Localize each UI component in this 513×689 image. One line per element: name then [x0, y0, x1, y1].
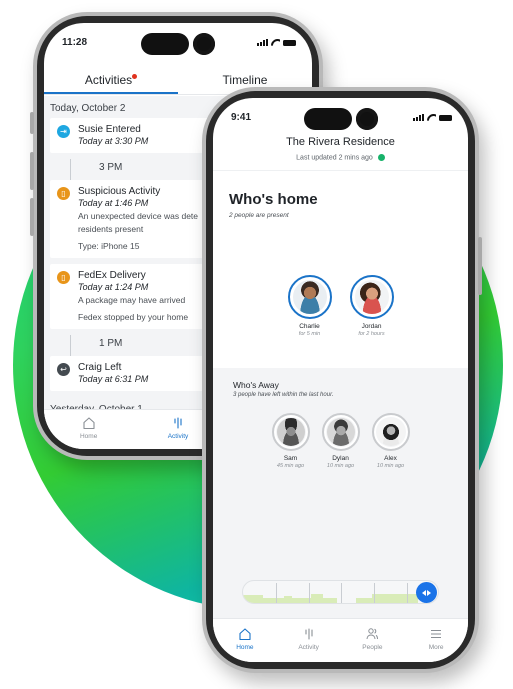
avatar — [371, 413, 410, 451]
tab-people[interactable]: People — [341, 619, 405, 662]
avatar — [287, 275, 332, 319]
person-name: Charlie — [299, 323, 320, 330]
timeline-tick — [373, 583, 375, 603]
tab-label: Home — [236, 644, 254, 651]
battery-icon — [439, 114, 452, 121]
avatar-photo — [292, 280, 327, 314]
tab-label: People — [362, 644, 383, 651]
status-time: 9:41 — [231, 112, 252, 123]
online-status-dot — [377, 154, 385, 161]
home-icon — [44, 416, 133, 430]
person-name: Dylan — [332, 455, 349, 462]
notification-dot — [132, 74, 138, 79]
avatar — [321, 413, 360, 451]
side-button — [478, 237, 482, 295]
timeline-tick — [276, 583, 278, 603]
bottom-tab-bar: Home Activity People More — [213, 618, 468, 662]
alert-icon: ▯ — [57, 187, 70, 200]
timeline-bar — [311, 594, 323, 603]
tab-home[interactable]: Home — [44, 410, 133, 449]
person-name: Jordan — [361, 323, 382, 330]
avatar-photo — [326, 418, 355, 446]
tab-label: More — [428, 644, 444, 651]
side-button — [30, 198, 34, 236]
avatar — [271, 413, 310, 451]
timeline-bar — [371, 594, 419, 603]
wifi-icon — [427, 114, 436, 121]
person-duration: for 5 min — [298, 331, 321, 337]
presence-timeline-slider[interactable] — [242, 580, 439, 604]
divider — [213, 170, 468, 171]
who-home-subtitle: 2 people are present — [229, 212, 289, 219]
residence-name: The Rivera Residence — [286, 136, 395, 148]
who-away-title: Who's Away — [233, 380, 279, 390]
person-name: Sam — [283, 455, 298, 462]
people-icon — [341, 627, 405, 641]
person-left-time: 10 min ago — [376, 463, 405, 469]
side-button — [30, 112, 34, 134]
home-screen: 9:41 The Rivera Residence Last updated 2… — [213, 98, 468, 662]
present-person[interactable]: Jordan for 2 hours — [348, 275, 396, 337]
away-person[interactable]: Sam 45 min ago — [271, 413, 311, 469]
wifi-icon — [271, 39, 280, 46]
away-person[interactable]: Alex 10 min ago — [371, 413, 411, 469]
person-duration: for 2 hours — [358, 331, 385, 337]
signal-icon — [257, 39, 268, 46]
side-button — [30, 152, 34, 190]
tab-home[interactable]: Home — [213, 619, 277, 662]
menu-icon — [404, 627, 468, 641]
home-phone: 9:41 The Rivera Residence Last updated 2… — [202, 87, 482, 673]
signal-icon — [413, 114, 424, 121]
avatar-photo — [354, 280, 389, 314]
activity-icon — [277, 627, 341, 641]
tab-activities[interactable]: Activities — [44, 67, 178, 94]
timeline-tick — [309, 583, 311, 603]
person-left-time: 10 min ago — [326, 463, 355, 469]
timeline-tick — [340, 583, 342, 603]
timeline-bar — [283, 596, 292, 603]
exit-icon: ↩ — [57, 363, 70, 376]
person-left-time: 45 min ago — [276, 463, 305, 469]
present-people: Charlie for 5 min Jordan for 2 hours — [213, 275, 468, 337]
who-home-title: Who's home — [229, 191, 318, 208]
avatar — [349, 275, 394, 319]
away-people: Sam 45 min ago Dylan 10 min ago Alex 10 min a… — [213, 413, 468, 469]
person-name: Alex — [384, 455, 397, 462]
timeline-bar — [243, 595, 263, 603]
status-time: 11:28 — [62, 37, 88, 48]
tab-activity[interactable]: Activity — [277, 619, 341, 662]
timeline-bar — [262, 598, 284, 603]
battery-icon — [283, 39, 296, 46]
avatar-photo — [376, 418, 405, 446]
status-bar: 9:41 — [213, 112, 468, 126]
home-icon — [213, 627, 277, 641]
timeline-scrub-handle[interactable] — [416, 582, 437, 603]
tab-label: Activity — [298, 644, 319, 651]
alert-icon: ▯ — [57, 271, 70, 284]
residence-header: The Rivera Residence Last updated 2 mins… — [213, 136, 468, 161]
avatar-photo — [276, 418, 305, 446]
timeline-bar — [322, 598, 337, 603]
enter-icon: ⇥ — [57, 125, 70, 138]
away-person[interactable]: Dylan 10 min ago — [321, 413, 361, 469]
last-updated: Last updated 2 mins ago — [296, 154, 373, 162]
who-home-section: Who's home 2 people are present — [229, 191, 468, 219]
who-away-section: Who's Away 3 people have left within the… — [213, 368, 468, 618]
status-bar: 11:28 — [44, 37, 312, 51]
timeline-tick — [406, 583, 408, 603]
timeline-bar — [356, 598, 372, 603]
tab-label: Home — [79, 433, 98, 440]
present-person[interactable]: Charlie for 5 min — [286, 275, 334, 337]
tab-more[interactable]: More — [404, 619, 468, 662]
who-away-subtitle: 3 people have left within the last hour. — [233, 392, 334, 398]
